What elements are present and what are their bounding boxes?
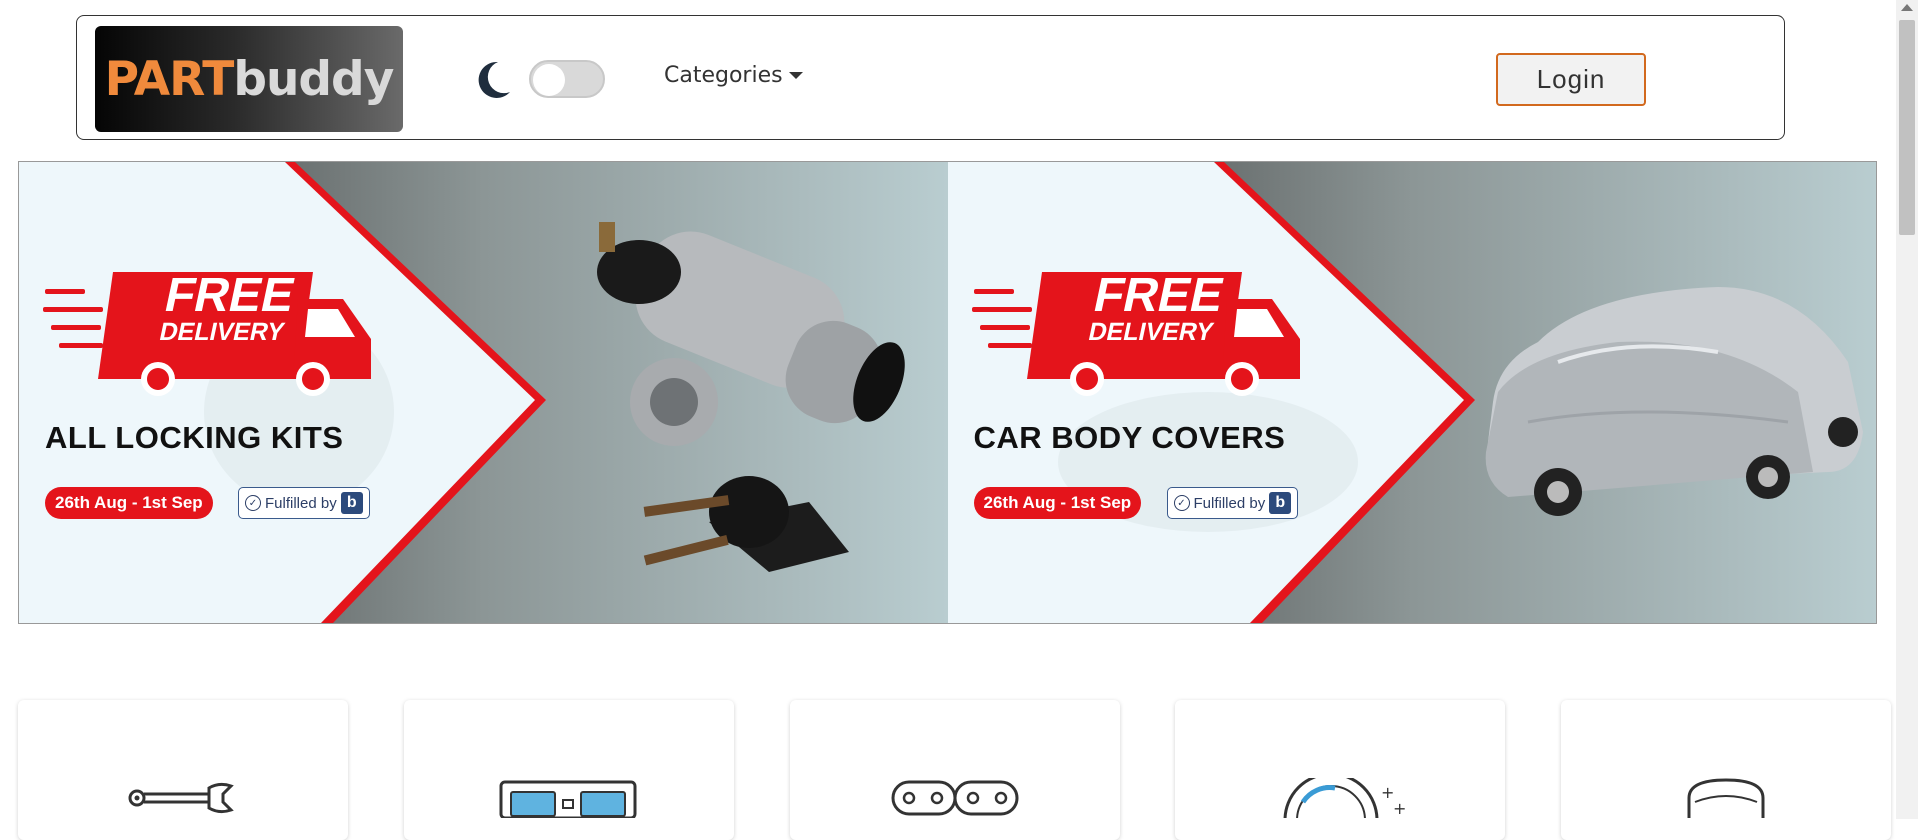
fulfilled-brand-logo: b — [1269, 492, 1292, 514]
date-range-pill: 26th Aug - 1st Sep — [45, 487, 213, 519]
car-cover-icon — [1485, 287, 1863, 516]
ignition-lock-icon — [597, 222, 905, 572]
banner-headline: ALL LOCKING KITS — [45, 420, 344, 455]
promo-slide-locking-kits[interactable]: FREE DELIVERY ALL LOCKING KITS 26th Aug … — [19, 162, 948, 623]
badge-delivery: DELIVERY — [156, 318, 288, 346]
top-navbar: PART buddy Categories Login — [76, 15, 1785, 140]
wrench-icon — [128, 782, 234, 814]
toggle-knob — [533, 64, 565, 96]
categories-dropdown[interactable]: Categories — [664, 63, 803, 88]
fulfilled-by-badge: ✓ Fulfilled by b — [238, 487, 370, 519]
logo-buddy-text: buddy — [233, 51, 394, 107]
brake-disc-icon: + + — [1283, 778, 1405, 818]
fulfilled-by-label: Fulfilled by — [1193, 494, 1266, 512]
check-circle-icon: ✓ — [1173, 495, 1190, 511]
badge-free: FREE — [1088, 269, 1228, 322]
fulfilled-by-badge: ✓ Fulfilled by b — [1166, 487, 1299, 519]
badge-free: FREE — [160, 269, 300, 322]
category-card[interactable] — [790, 700, 1120, 840]
page-scrollbar[interactable] — [1896, 0, 1918, 819]
category-card[interactable] — [1561, 700, 1891, 840]
category-card[interactable] — [18, 700, 348, 840]
control-panel-icon — [499, 780, 637, 818]
free-delivery-badge: FREE DELIVERY — [129, 269, 325, 346]
badge-delivery: DELIVERY — [1085, 318, 1216, 346]
partbuddy-logo[interactable]: PART buddy — [95, 26, 403, 132]
category-card[interactable]: + + — [1175, 700, 1505, 840]
moon-icon — [478, 61, 510, 98]
free-delivery-badge: FREE DELIVERY — [1058, 269, 1254, 346]
caret-down-icon — [788, 72, 803, 79]
promo-slide-car-body-covers[interactable]: FREE DELIVERY CAR BODY COVERS 26th Aug -… — [947, 162, 1876, 623]
chain-icon — [891, 780, 1019, 816]
scrollbar-thumb[interactable] — [1899, 20, 1915, 235]
dark-mode-toggle[interactable] — [529, 60, 605, 98]
logo-part-text: PART — [104, 51, 235, 107]
category-card[interactable] — [404, 700, 734, 840]
fulfilled-brand-logo: b — [340, 492, 363, 514]
categories-label: Categories — [664, 63, 783, 88]
seat-icon — [1687, 778, 1765, 818]
banner-headline: CAR BODY COVERS — [973, 420, 1286, 455]
login-button[interactable]: Login — [1496, 53, 1646, 106]
scroll-up-arrow-icon[interactable] — [1901, 4, 1913, 11]
promo-banner-carousel[interactable]: FREE DELIVERY ALL LOCKING KITS 26th Aug … — [18, 161, 1877, 624]
date-range-pill: 26th Aug - 1st Sep — [973, 487, 1142, 519]
svg-text:+: + — [1393, 799, 1405, 818]
check-circle-icon: ✓ — [245, 495, 261, 511]
fulfilled-by-label: Fulfilled by — [265, 494, 337, 512]
